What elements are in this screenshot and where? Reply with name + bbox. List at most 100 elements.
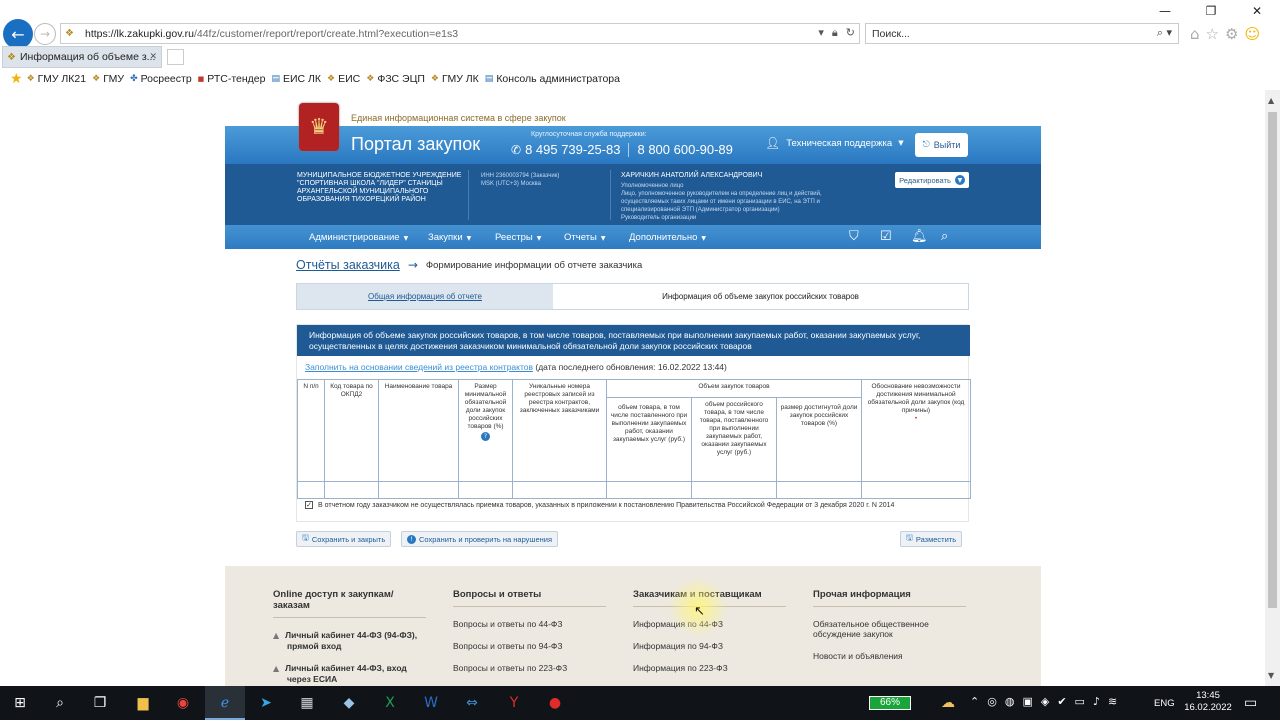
calculator-icon[interactable]: ▦ (296, 692, 318, 714)
forward-button[interactable]: → (34, 23, 56, 45)
excel-icon[interactable]: X (379, 692, 401, 714)
coat-of-arms-icon[interactable]: ♛ (299, 103, 339, 151)
fill-from-registry-link[interactable]: Заполнить на основании сведений из реест… (305, 362, 533, 372)
yandex-browser-icon[interactable]: Y (503, 692, 525, 714)
cell-input[interactable] (776, 481, 862, 499)
tray-app-icon[interactable]: ▣ (1022, 695, 1032, 708)
home-icon[interactable]: ⌂ (1190, 25, 1200, 43)
notifications-icon[interactable]: ▭ (1244, 695, 1257, 711)
report-tabs: Общая информация об отчете Информация об… (296, 283, 969, 310)
tray-app-icon[interactable]: ◍ (1005, 695, 1015, 708)
favorite-item[interactable]: ❖ ЕИС (327, 73, 360, 85)
cell-input[interactable] (324, 481, 379, 499)
weather-icon[interactable]: ☁ (937, 692, 959, 714)
calendar-check-icon[interactable]: ☑ (880, 229, 892, 244)
tab-russian-goods[interactable]: Информация об объеме закупок российских … (553, 284, 968, 309)
chrome-icon[interactable]: ◉ (172, 692, 194, 714)
menu-purchases[interactable]: Закупки ▼ (428, 232, 471, 243)
app-icon[interactable]: ◆ (338, 692, 360, 714)
battery-indicator[interactable]: 66% (869, 696, 911, 710)
cell-input[interactable] (691, 481, 777, 499)
address-bar[interactable]: ❖ https://lk.zakupki.gov.ru/44fz/custome… (60, 23, 860, 44)
task-view-icon[interactable]: ❐ (89, 692, 111, 714)
tray-app-icon[interactable]: ◈ (1041, 695, 1049, 708)
tray-chevron-icon[interactable]: ⌃ (970, 695, 979, 708)
favorite-item[interactable]: ✤ Росреестр (130, 73, 192, 85)
refresh-icon[interactable]: ↻ (846, 26, 855, 40)
favorite-item[interactable]: ▤ Консоль администратора (485, 73, 620, 85)
telegram-icon[interactable]: ➤ (255, 692, 277, 714)
browser-tab[interactable]: ❖ Информация об объеме з... ✕ (2, 46, 162, 68)
search-icon[interactable]: ⌕ (49, 692, 71, 714)
save-close-button[interactable]: 🖫︎ Сохранить и закрыть (296, 531, 392, 547)
minimize-icon[interactable]: — (1142, 0, 1188, 22)
edit-button[interactable]: Редактировать ▼ (895, 172, 969, 188)
tab-general-info[interactable]: Общая информация об отчете (297, 284, 553, 309)
footer-link[interactable]: Вопросы и ответы по 44-ФЗ (453, 619, 606, 629)
save-check-button[interactable]: ! Сохранить и проверить на нарушения (401, 531, 559, 547)
favorite-item[interactable]: ■ РТС-тендер (198, 73, 266, 85)
cell-input[interactable] (378, 481, 459, 499)
cell-input[interactable] (458, 481, 513, 499)
file-explorer-icon[interactable]: ▆ (132, 692, 154, 714)
tech-support-dropdown[interactable]: 👤︎ Техническая поддержка ▼ (765, 136, 904, 150)
search-icon[interactable]: ⌕ ▾ (1157, 26, 1172, 40)
publish-button[interactable]: 🖫︎ Разместить (900, 531, 963, 547)
cell-input[interactable] (606, 481, 692, 499)
footer-link[interactable]: Обязательное общественное обсуждение зак… (813, 619, 966, 639)
tray-app-icon[interactable]: ◎ (987, 695, 997, 708)
new-tab-button[interactable] (167, 49, 184, 65)
wifi-icon[interactable]: ≋ (1108, 695, 1117, 708)
recorder-icon[interactable]: ● (544, 692, 566, 714)
menu-reports[interactable]: Отчеты ▼ (564, 232, 605, 243)
smiley-icon[interactable]: ☺ (1244, 25, 1260, 43)
cell-input[interactable] (861, 481, 971, 499)
close-window-icon[interactable]: ✕ (1234, 0, 1280, 22)
search-input[interactable]: Поиск... ⌕ ▾ (865, 23, 1179, 44)
exit-button[interactable]: ⎋ Выйти (915, 133, 968, 157)
teamviewer-icon[interactable]: ⇔ (461, 692, 483, 714)
restore-icon[interactable]: ❐ (1188, 0, 1234, 22)
portal-title[interactable]: Портал закупок (351, 134, 480, 155)
shield-icon[interactable]: ✔ (1057, 695, 1066, 708)
clock[interactable]: 13:45 16.02.2022 (1183, 690, 1233, 714)
footer-link[interactable]: Информация по 44-ФЗ (633, 619, 786, 629)
battery-icon[interactable]: ▭ (1075, 695, 1085, 708)
shield-icon[interactable]: ⛉ (849, 229, 859, 244)
settings-gear-icon[interactable]: ⚙ (1225, 25, 1238, 43)
notifications-icon[interactable]: 🔔︎ (911, 229, 928, 244)
back-button[interactable]: ← (3, 19, 33, 49)
breadcrumb-reports-link[interactable]: Отчёты заказчика (296, 258, 400, 272)
menu-additional[interactable]: Дополнительно ▼ (629, 232, 706, 243)
cell-input[interactable] (297, 481, 325, 499)
word-icon[interactable]: W (420, 692, 442, 714)
language-indicator[interactable]: ENG (1154, 698, 1175, 709)
lock-icon[interactable]: 🔒︎ (832, 26, 838, 40)
footer-link[interactable]: Информация по 94-ФЗ (633, 641, 786, 651)
page-scrollbar[interactable]: ▲ ▼ (1265, 90, 1280, 686)
favorites-star-icon[interactable]: ☆ (1206, 25, 1219, 43)
menu-registries[interactable]: Реестры ▼ (495, 232, 541, 243)
footer-link[interactable]: ▲ Личный кабинет 44-ФЗ, вход через ЕСИА (273, 663, 426, 684)
footer-link[interactable]: Новости и объявления (813, 651, 966, 661)
footer-link[interactable]: Информация по 223-ФЗ (633, 663, 786, 673)
volume-icon[interactable]: ♪ (1093, 695, 1100, 708)
menu-administration[interactable]: Администрирование ▼ (309, 232, 408, 243)
favorite-item[interactable]: ❖ ГМУ ЛК (431, 73, 479, 85)
footer-link[interactable]: Вопросы и ответы по 94-ФЗ (453, 641, 606, 651)
tab-close-icon[interactable]: ✕ (149, 52, 157, 62)
favorite-item[interactable]: ❖ ГМУ ЛК21 (27, 73, 87, 85)
favorite-item[interactable]: ❖ ГМУ (92, 73, 124, 85)
cell-input[interactable] (512, 481, 607, 499)
windows-start-icon[interactable]: ⊞ (9, 692, 31, 714)
search-doc-icon[interactable]: ⌕ (941, 229, 948, 244)
help-icon[interactable]: ? (481, 432, 490, 441)
internet-explorer-icon[interactable]: ℯ (214, 692, 236, 714)
footer-link[interactable]: Вопросы и ответы по 223-ФЗ (453, 663, 606, 673)
footer-link[interactable]: ▲ Личный кабинет 44-ФЗ (94-ФЗ), прямой вх… (273, 630, 426, 651)
favorites-star-icon[interactable]: ★ (10, 71, 23, 87)
favorite-item[interactable]: ▤ ЕИС ЛК (271, 73, 321, 85)
dropdown-icon[interactable]: ▾ (818, 26, 824, 40)
no-acceptance-checkbox[interactable]: ✓ (305, 501, 313, 509)
favorite-item[interactable]: ❖ ФЗС ЭЦП (366, 73, 425, 85)
